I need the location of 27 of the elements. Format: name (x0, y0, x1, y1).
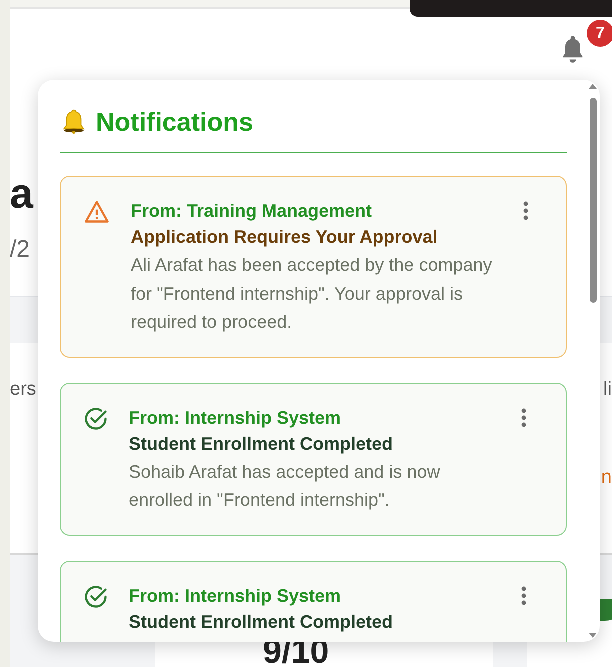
notification-message: Ali Arafat has been accepted by the company for "Frontend internship". Your approval is required to proceed. (131, 254, 494, 334)
warning-icon (83, 199, 111, 225)
notification-message: Sohaib Arafat has accepted and is now enrolled in "Frontend internship". (129, 460, 442, 512)
more-options-icon[interactable] (521, 586, 527, 606)
notification-card[interactable]: From: Internship System Student Enrollment Completed Sohaib Arafat has accepted and is now enrolled in "Frontend internship". (60, 382, 567, 536)
notification-title: Student Enrollment Completed (129, 432, 394, 456)
notification-title: Application Requires Your Approval (131, 226, 439, 249)
notification-card[interactable]: From: Training Management Application Requires Your Approval Ali Arafat has been accepted by the company for "Frontend internship". Your approval is required to proceed. (60, 176, 567, 358)
notification-sender: From: Internship System (129, 584, 342, 608)
stat-label: li (604, 379, 612, 401)
scroll-down-arrow-icon[interactable] (589, 633, 597, 638)
notification-sender: From: Training Management (131, 200, 374, 223)
stat-value: n (601, 467, 612, 489)
check-circle-icon (83, 584, 109, 610)
scroll-up-arrow-icon[interactable] (589, 84, 597, 89)
stat-label: ers (10, 379, 36, 401)
notification-count-badge: 7 (587, 20, 612, 47)
date-text: /2 (10, 236, 30, 264)
notification-card[interactable]: From: Internship System Student Enrollment Completed (60, 560, 567, 642)
scrollbar-thumb[interactable] (590, 98, 596, 303)
more-options-icon[interactable] (523, 201, 529, 221)
notification-title: Student Enrollment Completed (129, 610, 394, 634)
notification-sender: From: Internship System (129, 406, 342, 430)
panel-title: Notifications (96, 106, 254, 138)
check-circle-icon (83, 406, 109, 432)
more-options-icon[interactable] (521, 408, 527, 428)
page-heading: a (10, 172, 34, 216)
